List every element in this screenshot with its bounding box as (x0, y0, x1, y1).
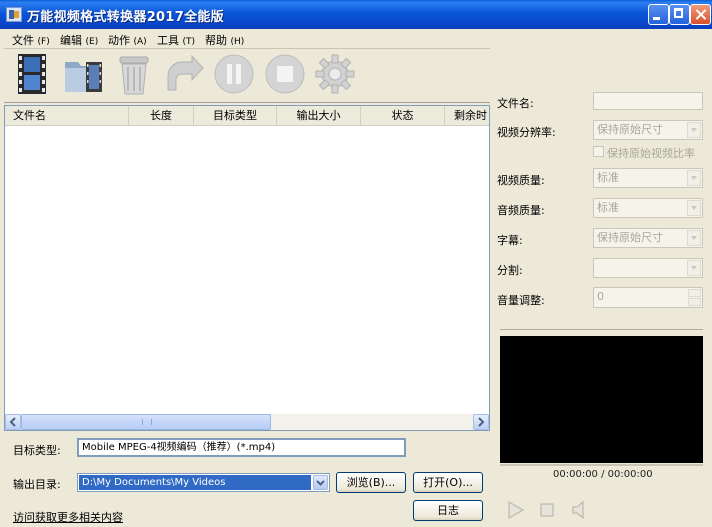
menu-help[interactable]: 帮助 (H) (205, 32, 244, 48)
chevron-right-icon (478, 417, 485, 427)
resolution-value: 保持原始尺寸 (597, 123, 663, 136)
seek-bar[interactable] (500, 464, 703, 466)
col-target-type[interactable]: 目标类型 (194, 106, 277, 125)
target-type-field[interactable]: Mobile MPEG-4视频编码（推荐）(*.mp4) (77, 438, 406, 457)
stop-button-icon[interactable] (539, 502, 555, 518)
redo-icon[interactable] (162, 52, 206, 96)
menu-file[interactable]: 文件 (F) (12, 32, 50, 48)
target-type-label: 目标类型: (13, 444, 61, 457)
col-length[interactable]: 长度 (129, 106, 194, 125)
chevron-down-icon[interactable] (687, 122, 701, 138)
keep-ratio-checkbox[interactable] (593, 146, 604, 157)
split-select[interactable] (593, 258, 703, 278)
maximize-button[interactable] (669, 4, 690, 25)
chevron-down-icon[interactable] (687, 230, 701, 246)
subtitle-select[interactable]: 保持原始尺寸 (593, 228, 703, 248)
file-list[interactable]: 文件名 长度 目标类型 输出大小 状态 剩余时 (4, 105, 490, 431)
thumb-grip (142, 419, 152, 425)
more-content-link[interactable]: 访问获取更多相关内容 (13, 509, 123, 525)
output-dir-value: D:\My Documents\My Videos (79, 475, 311, 490)
play-icon[interactable] (506, 500, 526, 520)
browse-button[interactable]: 浏览(B)... (336, 472, 406, 493)
time-display: 00:00:00 / 00:00:00 (553, 469, 653, 480)
resolution-select[interactable]: 保持原始尺寸 (593, 120, 703, 140)
chevron-down-icon[interactable] (687, 260, 701, 276)
output-dir-label: 输出目录: (13, 478, 61, 491)
volume-value: 0 (597, 290, 604, 303)
audio-quality-value: 标准 (597, 201, 619, 214)
horizontal-scrollbar[interactable] (5, 414, 489, 430)
subtitle-label: 字幕: (497, 234, 523, 247)
chevron-down-icon[interactable] (687, 200, 701, 216)
col-status[interactable]: 状态 (361, 106, 445, 125)
film-add-icon[interactable] (10, 52, 54, 96)
app-window: 万能视频格式转换器2017全能版 文件 (F) 编辑 (E) 动作 (A) 工具… (0, 0, 712, 527)
video-preview (500, 336, 703, 463)
minimize-button[interactable] (648, 4, 669, 25)
trash-icon[interactable] (112, 52, 156, 96)
filename-label: 文件名: (497, 97, 534, 110)
title-bar[interactable]: 万能视频格式转换器2017全能版 (0, 0, 712, 29)
chevron-down-icon[interactable] (313, 475, 328, 490)
output-dir-combo[interactable]: D:\My Documents\My Videos (77, 473, 330, 492)
video-quality-label: 视频质量: (497, 174, 545, 187)
filename-field[interactable] (593, 92, 703, 110)
menu-bar: 文件 (F) 编辑 (E) 动作 (A) 工具 (T) 帮助 (H) (0, 29, 712, 48)
subtitle-value: 保持原始尺寸 (597, 231, 663, 244)
menu-action[interactable]: 动作 (A) (108, 32, 147, 48)
app-icon (6, 7, 22, 22)
audio-quality-label: 音频质量: (497, 204, 545, 217)
video-quality-select[interactable]: 标准 (593, 168, 703, 188)
volume-label: 音量调整: (497, 294, 545, 307)
chevron-left-icon (9, 417, 16, 427)
preview-divider (500, 329, 703, 330)
speaker-icon[interactable] (571, 500, 587, 520)
toolbar (4, 50, 490, 102)
spin-up-icon[interactable] (688, 289, 701, 297)
audio-quality-select[interactable]: 标准 (593, 198, 703, 218)
spin-down-icon[interactable] (688, 298, 701, 306)
col-output-size[interactable]: 输出大小 (277, 106, 361, 125)
open-button[interactable]: 打开(O)... (413, 472, 483, 493)
folder-add-icon[interactable] (62, 52, 106, 96)
volume-spinner[interactable]: 0 (593, 287, 703, 308)
log-button[interactable]: 日志 (413, 500, 483, 521)
menu-tools[interactable]: 工具 (T) (157, 32, 195, 48)
toolbar-divider (4, 102, 490, 103)
col-remaining[interactable]: 剩余时 (445, 106, 489, 125)
stop-icon[interactable] (263, 52, 307, 96)
keep-ratio-label: 保持原始视频比率 (607, 147, 695, 160)
pause-icon[interactable] (212, 52, 256, 96)
close-button[interactable] (690, 4, 711, 25)
window-title: 万能视频格式转换器2017全能版 (27, 10, 224, 25)
scroll-thumb[interactable] (21, 414, 271, 430)
split-label: 分割: (497, 264, 523, 277)
col-filename[interactable]: 文件名 (5, 106, 129, 125)
scroll-right-button[interactable] (473, 414, 489, 430)
video-quality-value: 标准 (597, 171, 619, 184)
scroll-left-button[interactable] (5, 414, 21, 430)
chevron-down-icon[interactable] (687, 170, 701, 186)
menu-divider (4, 48, 490, 49)
resolution-label: 视频分辨率: (497, 126, 556, 139)
list-header: 文件名 长度 目标类型 输出大小 状态 剩余时 (5, 106, 489, 126)
menu-edit[interactable]: 编辑 (E) (60, 32, 98, 48)
gear-icon[interactable] (313, 52, 357, 96)
